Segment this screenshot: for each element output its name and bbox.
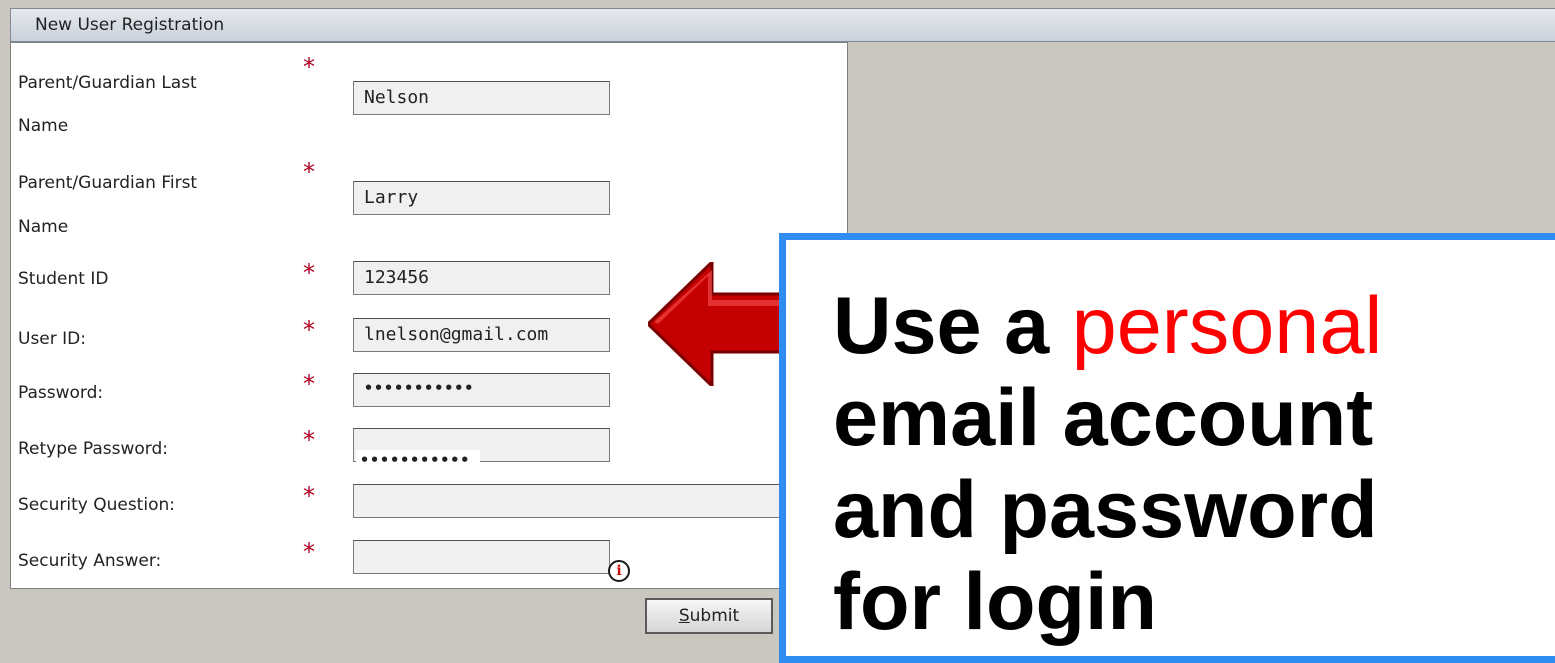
callout-line-4: for login	[833, 557, 1157, 647]
last-name-input[interactable]: Nelson	[353, 81, 610, 115]
security-answer-input[interactable]	[353, 540, 610, 574]
panel-title: New User Registration	[35, 15, 225, 35]
last-name-label-line2: Name	[18, 116, 69, 136]
callout-line-3: and password	[833, 465, 1378, 555]
callout-prefix: Use a	[833, 281, 1072, 371]
user-id-label: User ID:	[18, 329, 86, 349]
security-question-select[interactable]	[353, 484, 793, 518]
required-marker: *	[303, 426, 315, 454]
callout-highlight: personal	[1071, 281, 1383, 371]
last-name-label: Parent/Guardian Last	[18, 73, 197, 93]
security-answer-label: Security Answer:	[18, 551, 162, 571]
info-icon[interactable]: i	[608, 560, 630, 582]
required-marker: *	[303, 482, 315, 510]
required-marker: *	[303, 53, 315, 81]
submit-label: ubmit	[689, 606, 740, 626]
security-question-label: Security Question:	[18, 495, 175, 515]
instruction-callout: Use a personal email account and passwor…	[779, 233, 1555, 663]
submit-accel-key: S	[678, 606, 690, 626]
required-marker: *	[303, 158, 315, 186]
first-name-label: Parent/Guardian First	[18, 173, 198, 193]
first-name-input[interactable]: Larry	[353, 181, 610, 215]
callout-line-1: Use a personal	[833, 280, 1555, 372]
required-marker: *	[303, 538, 315, 566]
required-marker: *	[303, 316, 315, 344]
retype-password-value: •••••••••••	[356, 450, 480, 470]
required-marker: *	[303, 370, 315, 398]
callout-line-2: email account	[833, 373, 1374, 463]
user-id-input[interactable]: lnelson@gmail.com	[353, 318, 610, 352]
panel-header: New User Registration	[10, 8, 1555, 42]
password-label: Password:	[18, 383, 104, 403]
left-arrow-icon	[648, 262, 788, 386]
retype-password-label: Retype Password:	[18, 439, 169, 459]
student-id-label: Student ID	[18, 269, 109, 289]
required-marker: *	[303, 259, 315, 287]
password-input[interactable]: •••••••••••	[353, 373, 610, 407]
first-name-label-line2: Name	[18, 217, 69, 237]
submit-button[interactable]: Submit	[645, 598, 773, 634]
student-id-input[interactable]: 123456	[353, 261, 610, 295]
